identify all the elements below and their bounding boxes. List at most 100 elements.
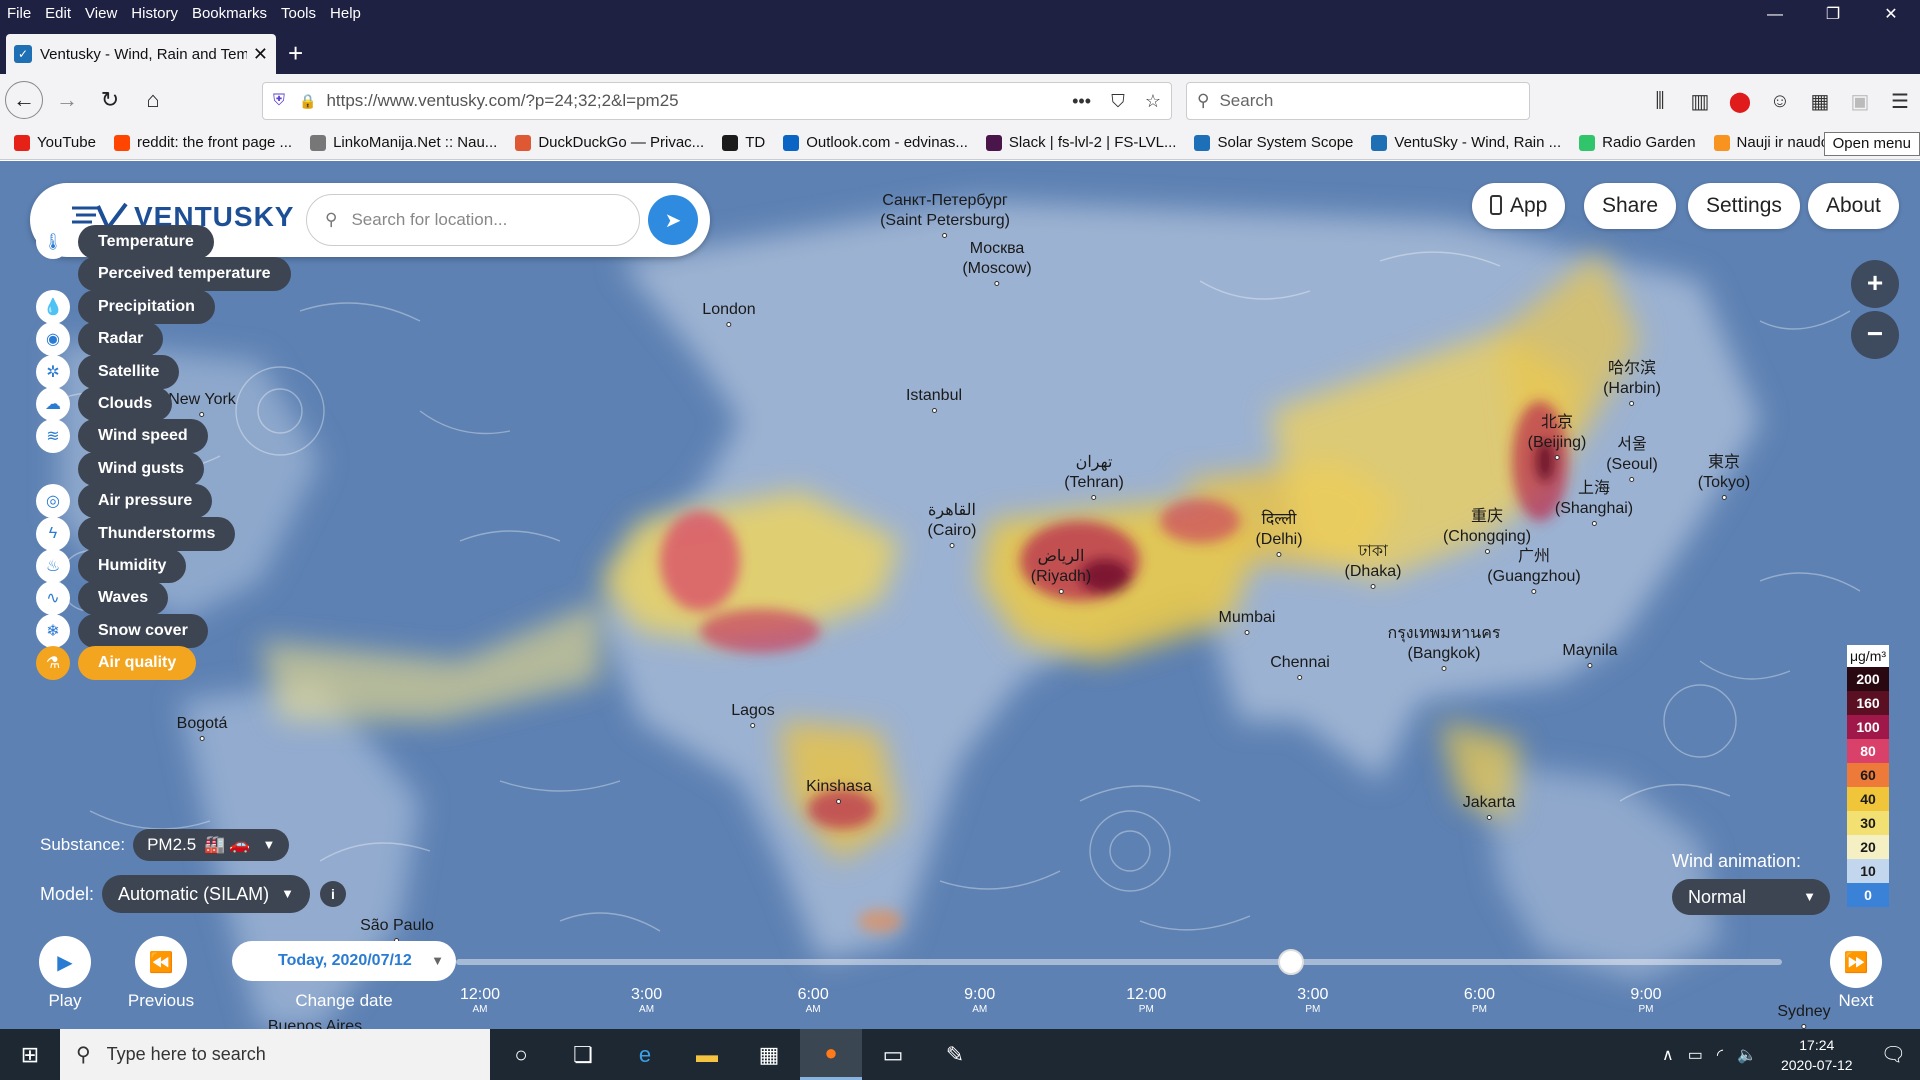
- city-label: القاهرة (Cairo): [928, 501, 976, 548]
- volume-icon[interactable]: 🔈: [1737, 1045, 1757, 1065]
- minimize-icon[interactable]: —: [1746, 0, 1804, 26]
- bookmark-item[interactable]: Slack | fs-lvl-2 | FS-LVL...: [985, 134, 1176, 151]
- account-icon[interactable]: ☺: [1760, 90, 1800, 113]
- bookmark-item[interactable]: Outlook.com - edvinas...: [783, 134, 968, 151]
- bookmark-star-icon[interactable]: ☆: [1145, 91, 1161, 111]
- tab-ventusky[interactable]: ✓ Ventusky - Wind, Rain and Tem ✕: [6, 34, 276, 74]
- bookmark-item[interactable]: reddit: the front page ...: [113, 134, 292, 151]
- edge-icon[interactable]: e: [614, 1029, 676, 1080]
- layer-air-quality[interactable]: ⚗ Air quality: [36, 646, 197, 681]
- layer-air-pressure[interactable]: ◎ Air pressure: [36, 484, 213, 519]
- tick-time: 12:00: [459, 986, 501, 1003]
- menu-item-file[interactable]: File: [0, 5, 38, 22]
- wifi-icon[interactable]: ◜: [1717, 1045, 1723, 1065]
- settings-button[interactable]: Settings: [1688, 183, 1800, 229]
- tracking-shield-icon[interactable]: ⛨: [273, 92, 285, 110]
- browser-search-field[interactable]: ⚲ Search: [1186, 82, 1530, 120]
- library-icon[interactable]: ⫼: [1640, 90, 1680, 113]
- bookmark-item[interactable]: TD: [722, 134, 765, 151]
- substance-select[interactable]: PM2.5 🏭 🚗 ▼: [133, 829, 290, 861]
- layer-label: Air quality: [78, 646, 197, 681]
- layer-wind-gusts[interactable]: Wind gusts: [36, 451, 205, 486]
- layer-wind-speed[interactable]: ≋ Wind speed: [36, 419, 208, 454]
- weather-map[interactable]: Санкт-Петербург (Saint Petersburg) Москва(…: [0, 161, 1920, 1029]
- my-location-button[interactable]: ➤: [648, 195, 698, 245]
- bookmark-item[interactable]: LinkoManija.Net :: Nau...: [310, 134, 497, 151]
- paint-icon[interactable]: ✎: [924, 1029, 986, 1080]
- home-icon[interactable]: ⌂: [134, 81, 172, 119]
- sidebar-icon[interactable]: ▥: [1680, 89, 1720, 114]
- page-actions-icon[interactable]: •••: [1072, 91, 1091, 111]
- menu-item-bookmarks[interactable]: Bookmarks: [185, 5, 274, 22]
- layer-satellite[interactable]: ✲ Satellite: [36, 354, 180, 389]
- new-tab-icon[interactable]: +: [288, 40, 303, 66]
- bookmark-item[interactable]: Radio Garden: [1579, 134, 1696, 151]
- restore-icon[interactable]: ❐: [1804, 0, 1862, 26]
- layer-waves[interactable]: ∿ Waves: [36, 581, 169, 616]
- menu-item-edit[interactable]: Edit: [38, 5, 78, 22]
- close-window-icon[interactable]: ✕: [1862, 0, 1920, 26]
- windows-start-icon[interactable]: ⊞: [0, 1029, 60, 1080]
- notifications-icon[interactable]: 🗨: [1881, 1042, 1906, 1067]
- app-button[interactable]: App: [1472, 183, 1566, 229]
- bookmark-item[interactable]: YouTube: [14, 134, 96, 151]
- windows-taskbar: ⊞ ⚲ Type here to search ○ ❏ e ▬ ▦ ● ▭ ✎ ∧ ▭ ◜ 🔈…: [0, 1029, 1920, 1080]
- model-select[interactable]: Automatic (SILAM) ▼: [102, 875, 310, 913]
- menu-item-tools[interactable]: Tools: [274, 5, 323, 22]
- close-tab-icon[interactable]: ✕: [253, 44, 268, 65]
- bookmark-item[interactable]: VentuSky - Wind, Rain ...: [1371, 134, 1561, 151]
- model-value: Automatic (SILAM): [118, 884, 270, 904]
- snowflake-icon: ❄: [36, 613, 70, 648]
- location-search-input[interactable]: ⚲ Search for location...: [306, 194, 640, 246]
- store-icon[interactable]: ▦: [738, 1029, 800, 1080]
- extension-icon[interactable]: ▦: [1800, 89, 1840, 114]
- forward-icon[interactable]: →: [48, 81, 86, 119]
- layer-clouds[interactable]: ☁ Clouds: [36, 387, 173, 421]
- cortana-icon[interactable]: ○: [490, 1029, 552, 1080]
- timeline-track[interactable]: [456, 959, 1782, 965]
- layer-precipitation[interactable]: 💧 Precipitation: [36, 289, 215, 324]
- menu-item-history[interactable]: History: [124, 5, 185, 22]
- layer-radar[interactable]: ◉ Radar: [36, 322, 164, 357]
- opera-vpn-icon[interactable]: ⬤: [1720, 89, 1760, 114]
- layer-humidity[interactable]: ♨ Humidity: [36, 549, 187, 583]
- task-view-icon[interactable]: ❏: [552, 1029, 614, 1080]
- next-button[interactable]: ⏩: [1830, 936, 1882, 988]
- layer-thunderstorms[interactable]: ϟ Thunderstorms: [36, 516, 236, 551]
- taskbar-search-field[interactable]: ⚲ Type here to search: [60, 1029, 490, 1080]
- layer-temperature[interactable]: 🌡 Temperature: [36, 225, 214, 259]
- zoom-out-button[interactable]: −: [1851, 311, 1899, 359]
- extension-2-icon[interactable]: ▣: [1840, 89, 1880, 114]
- model-info-icon[interactable]: i: [319, 881, 346, 907]
- clock[interactable]: 17:24 2020-07-12: [1781, 1035, 1853, 1075]
- pocket-icon[interactable]: ⛉: [1111, 91, 1125, 111]
- layer-perceived-temperature[interactable]: Perceived temperature: [36, 257, 291, 292]
- firefox-icon[interactable]: ●: [800, 1029, 862, 1080]
- about-button[interactable]: About: [1808, 183, 1899, 229]
- bookmark-item[interactable]: Solar System Scope: [1194, 134, 1353, 151]
- reload-icon[interactable]: ↻: [91, 81, 129, 119]
- zoom-in-button[interactable]: +: [1851, 260, 1899, 308]
- monitor-app-icon[interactable]: ▭: [862, 1029, 924, 1080]
- wind-animation-select[interactable]: Normal ▼: [1672, 879, 1830, 915]
- bookmark-item[interactable]: DuckDuckGo — Privac...: [515, 134, 704, 151]
- play-button[interactable]: ▶: [39, 936, 91, 988]
- file-explorer-icon[interactable]: ▬: [676, 1029, 738, 1080]
- bookmark-label: TD: [745, 134, 766, 151]
- previous-button[interactable]: ⏪: [135, 936, 187, 988]
- legend-value: 60: [1847, 763, 1889, 787]
- cloud-icon: ☁: [36, 387, 70, 421]
- date-select[interactable]: Today, 2020/07/12 ▼: [232, 941, 456, 981]
- layer-snow-cover[interactable]: ❄ Snow cover: [36, 613, 208, 648]
- hamburger-menu-icon[interactable]: ☰: [1880, 89, 1920, 114]
- menu-item-view[interactable]: View: [78, 5, 124, 22]
- lock-icon[interactable]: 🔒: [299, 93, 316, 110]
- battery-icon[interactable]: ▭: [1688, 1045, 1703, 1065]
- back-icon[interactable]: ←: [5, 81, 43, 119]
- share-button[interactable]: Share: [1584, 183, 1677, 229]
- menu-item-help[interactable]: Help: [323, 5, 368, 22]
- city-label: Istanbul: [906, 386, 962, 413]
- url-bar[interactable]: ⛨ 🔒 https://www.ventusky.com/?p=24;32;2&…: [262, 82, 1172, 120]
- chevron-up-icon[interactable]: ∧: [1662, 1045, 1674, 1065]
- url-text[interactable]: https://www.ventusky.com/?p=24;32;2&l=pm…: [326, 91, 1056, 111]
